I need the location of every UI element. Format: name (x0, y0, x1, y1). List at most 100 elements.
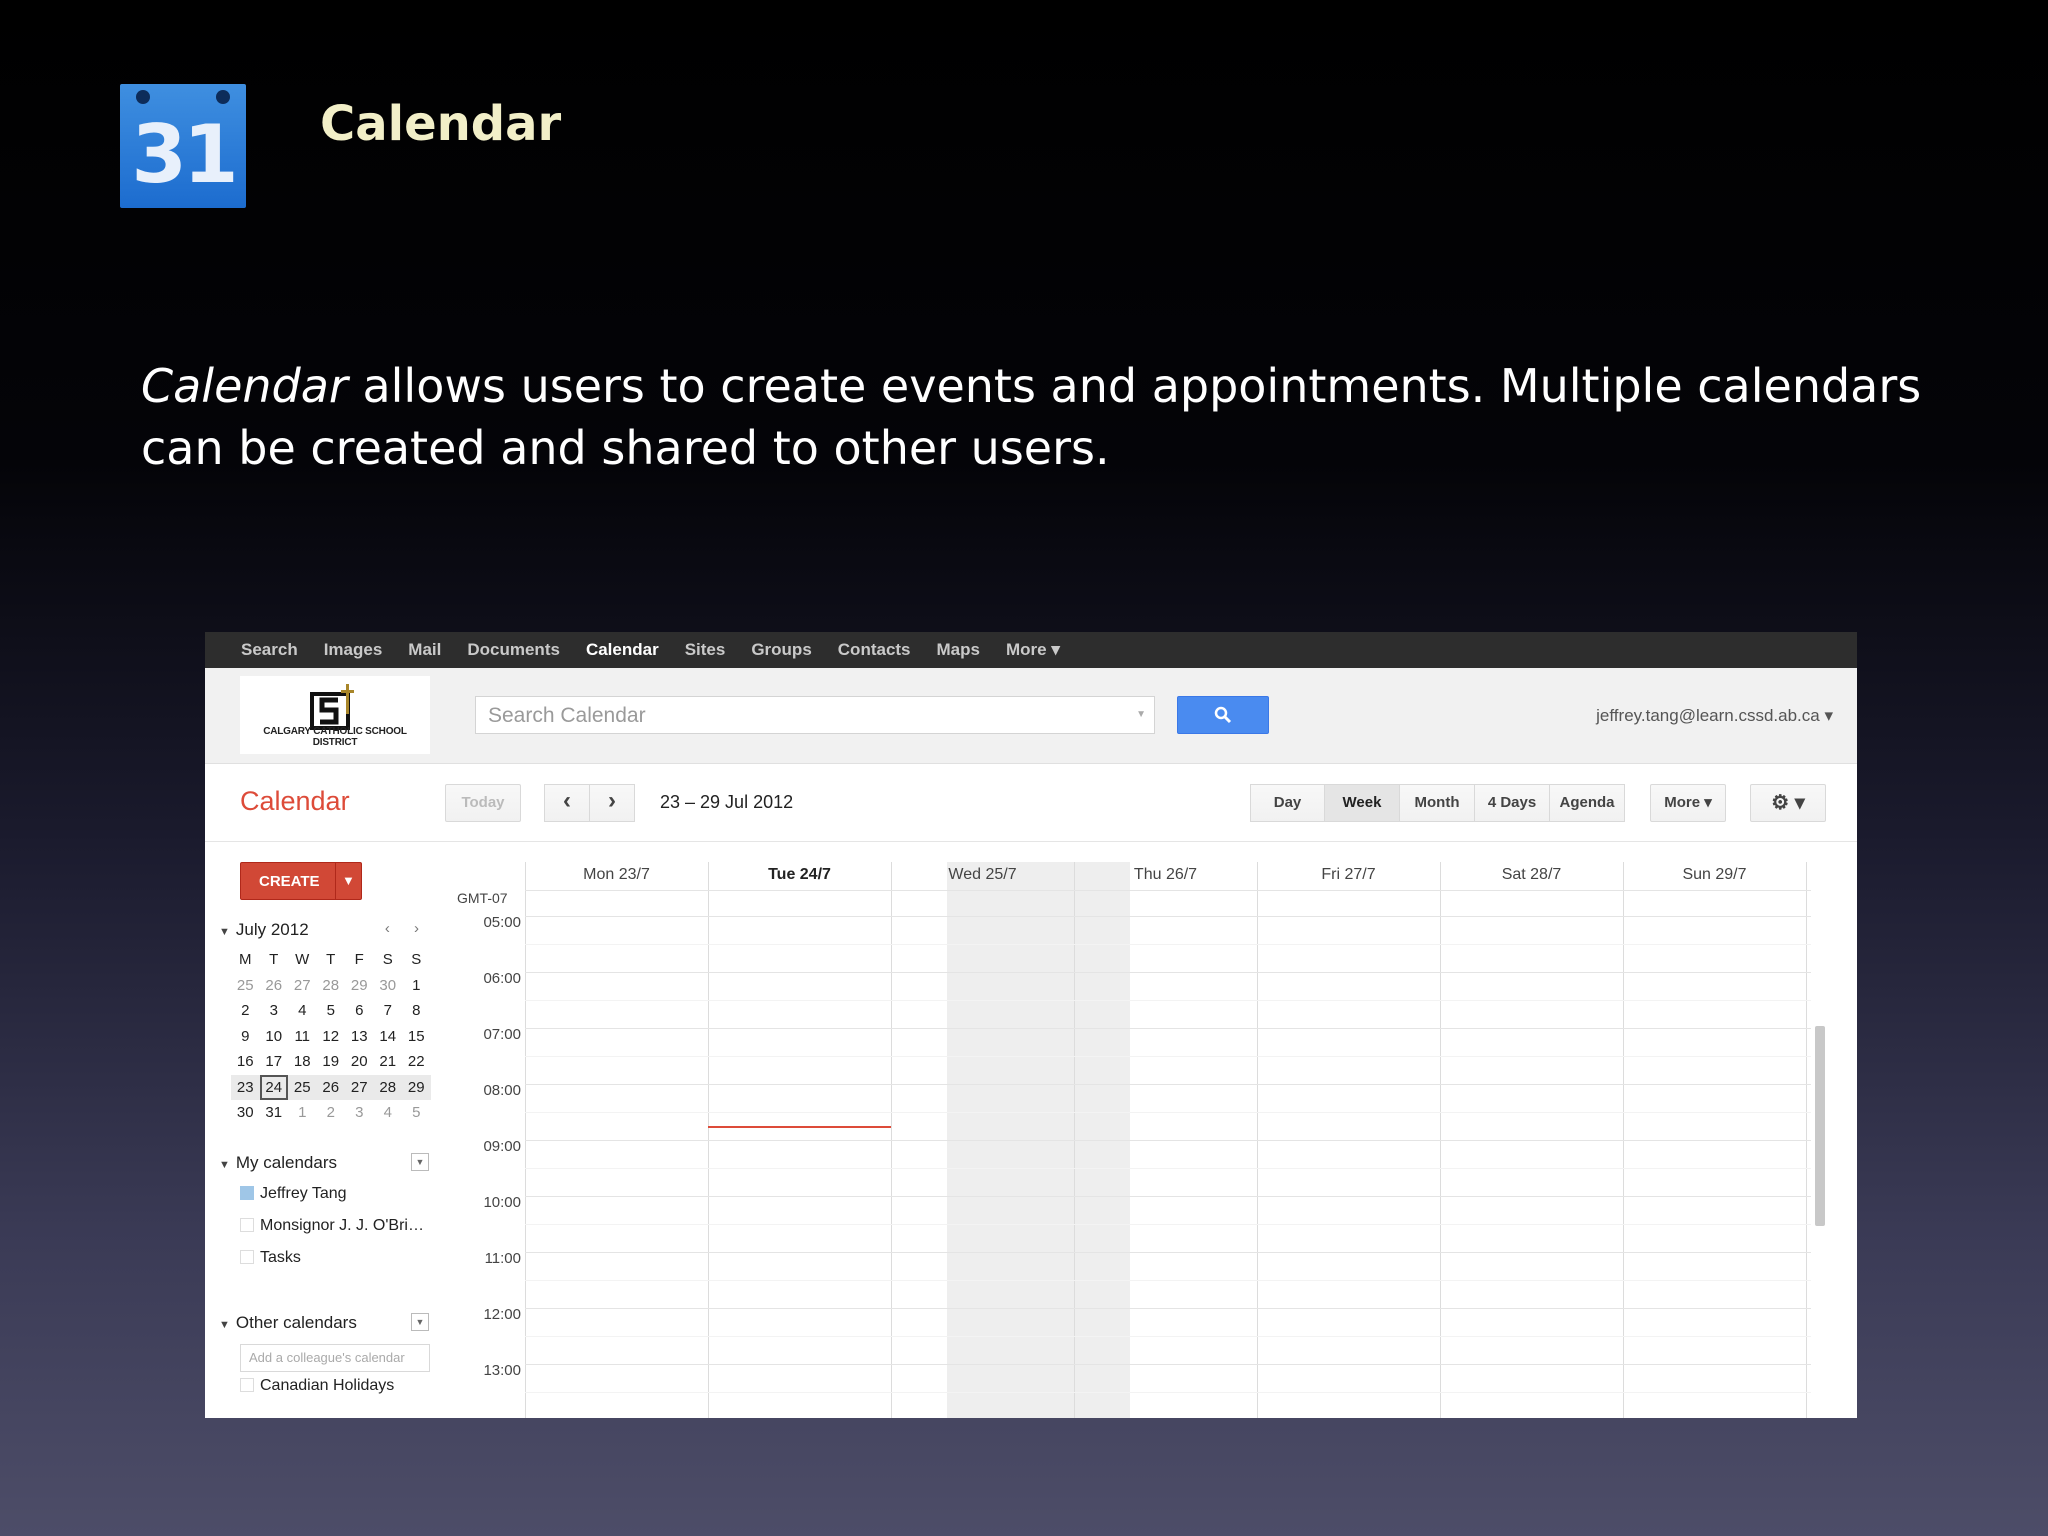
calendar-list-item[interactable]: Tasks (240, 1249, 301, 1267)
collapse-triangle-icon[interactable]: ▼ (219, 1319, 230, 1331)
calendar-color-checkbox[interactable] (240, 1218, 254, 1232)
mini-calendar-day[interactable]: 26 (316, 1074, 345, 1100)
mini-calendar-day[interactable]: 6 (345, 998, 374, 1024)
mini-calendar-day[interactable]: 30 (231, 1100, 260, 1126)
mini-calendar-day[interactable]: 1 (288, 1100, 317, 1126)
other-calendars-menu-icon[interactable]: ▼ (411, 1313, 429, 1331)
mini-calendar-day[interactable]: 10 (260, 1024, 289, 1050)
mini-calendar-day[interactable]: 27 (345, 1074, 374, 1100)
mini-calendar-day[interactable]: 16 (231, 1049, 260, 1075)
day-column-header[interactable]: Sat 28/7 (1440, 866, 1623, 884)
mini-calendar-day[interactable]: 7 (374, 998, 403, 1024)
mini-calendar-day[interactable]: 18 (288, 1049, 317, 1075)
calendar-list-item[interactable]: Canadian Holidays (240, 1377, 394, 1395)
mini-calendar-day[interactable]: 17 (260, 1049, 289, 1075)
my-calendars-menu-icon[interactable]: ▼ (411, 1153, 429, 1171)
mini-calendar-day[interactable]: 22 (402, 1049, 431, 1075)
mini-calendar-day[interactable]: 5 (402, 1100, 431, 1126)
day-column-header[interactable]: Fri 27/7 (1257, 866, 1440, 884)
gbar-item-calendar[interactable]: Calendar (586, 640, 659, 660)
calendar-toolbar: Calendar Today ‹ › 23 – 29 Jul 2012 Day … (205, 764, 1857, 842)
my-calendars-header[interactable]: ▼ My calendars ▼ (219, 1153, 429, 1173)
create-event-button[interactable]: CREATE ▼ (240, 862, 362, 900)
mini-calendar-day[interactable]: 23 (231, 1074, 260, 1100)
mini-calendar-day[interactable]: 2 (317, 1100, 346, 1126)
today-button[interactable]: Today (445, 784, 521, 822)
day-column-header[interactable]: Mon 23/7 (525, 866, 708, 884)
mini-calendar-day[interactable]: 26 (260, 973, 289, 999)
mini-calendar-day[interactable]: 3 (260, 998, 289, 1024)
day-column-header[interactable]: Tue 24/7 (708, 866, 891, 884)
mini-calendar-day[interactable]: 19 (317, 1049, 346, 1075)
mini-calendar-day[interactable]: 9 (231, 1024, 260, 1050)
mini-calendar-day[interactable]: 8 (402, 998, 431, 1024)
other-calendars-header[interactable]: ▼ Other calendars ▼ (219, 1313, 429, 1333)
gbar-item-search[interactable]: Search (241, 640, 298, 660)
mini-calendar-day[interactable]: 14 (374, 1024, 403, 1050)
view-day-button[interactable]: Day (1250, 784, 1325, 822)
mini-calendar-day[interactable]: 29 (402, 1074, 431, 1100)
day-column-header[interactable]: Sun 29/7 (1623, 866, 1806, 884)
mini-calendar-day[interactable]: 27 (288, 973, 317, 999)
collapse-triangle-icon[interactable]: ▼ (219, 1159, 230, 1171)
mini-calendar-day[interactable]: 29 (345, 973, 374, 999)
mini-calendar-day[interactable]: 3 (345, 1100, 374, 1126)
week-grid: GMT-07 Mon 23/7 Tue 24/7 Wed 25/7 Thu 26/7 F… (445, 842, 1857, 1418)
hour-gridline (525, 1308, 1811, 1309)
mini-calendar-day[interactable]: 31 (260, 1100, 289, 1126)
calendar-color-checkbox[interactable] (240, 1186, 254, 1200)
mini-calendar-day[interactable]: 20 (345, 1049, 374, 1075)
more-menu-button[interactable]: More ▾ (1650, 784, 1726, 822)
gbar-item-contacts[interactable]: Contacts (838, 640, 911, 660)
gbar-item-mail[interactable]: Mail (408, 640, 441, 660)
time-label: 09:00 (483, 1138, 521, 1155)
add-colleague-calendar-input[interactable]: Add a colleague's calendar (240, 1344, 430, 1372)
mini-calendar-day[interactable]: 5 (317, 998, 346, 1024)
mini-calendar-day[interactable]: 28 (373, 1074, 402, 1100)
search-options-chevron-icon[interactable]: ▼ (1136, 709, 1146, 720)
mini-calendar-day[interactable]: 11 (288, 1024, 317, 1050)
day-column-header[interactable]: Wed 25/7 (891, 866, 1074, 884)
mini-calendar-day[interactable]: 25 (231, 973, 260, 999)
mini-calendar-month[interactable]: July 2012 (236, 920, 309, 939)
gbar-item-groups[interactable]: Groups (751, 640, 811, 660)
mini-calendar-day[interactable]: 28 (317, 973, 346, 999)
settings-gear-icon[interactable]: ⚙ ▾ (1750, 784, 1826, 822)
grid-scrollbar[interactable] (1815, 1026, 1825, 1226)
gbar-item-more[interactable]: More ▾ (1006, 640, 1060, 660)
mini-calendar-day[interactable]: 4 (288, 998, 317, 1024)
school-logo[interactable]: CALGARY CATHOLIC SCHOOL DISTRICT (240, 676, 430, 754)
search-calendar-input[interactable]: Search Calendar ▼ (475, 696, 1155, 734)
mini-calendar-day[interactable]: 24 (259, 1074, 288, 1100)
collapse-triangle-icon[interactable]: ▼ (219, 926, 230, 938)
view-agenda-button[interactable]: Agenda (1549, 784, 1625, 822)
calendar-list-item[interactable]: Jeffrey Tang (240, 1185, 347, 1203)
mini-calendar-day[interactable]: 15 (402, 1024, 431, 1050)
mini-calendar-day[interactable]: 30 (374, 973, 403, 999)
quick-add-dropdown-icon[interactable]: ▼ (342, 873, 355, 888)
view-4days-button[interactable]: 4 Days (1474, 784, 1550, 822)
search-button[interactable] (1177, 696, 1269, 734)
account-menu[interactable]: jeffrey.tang@learn.cssd.ab.ca ▾ (1596, 706, 1833, 726)
gbar-item-images[interactable]: Images (324, 640, 383, 660)
calendar-list-item[interactable]: Monsignor J. J. O'Bri… (240, 1217, 424, 1235)
mini-calendar-day[interactable]: 4 (374, 1100, 403, 1126)
mini-calendar-day[interactable]: 21 (374, 1049, 403, 1075)
create-label: CREATE (259, 873, 320, 890)
mini-calendar-day[interactable]: 25 (288, 1074, 317, 1100)
calendar-color-checkbox[interactable] (240, 1250, 254, 1264)
mini-calendar-day[interactable]: 13 (345, 1024, 374, 1050)
mini-calendar-nav[interactable]: ‹ › (385, 920, 429, 937)
calendar-color-checkbox[interactable] (240, 1378, 254, 1392)
gbar-item-maps[interactable]: Maps (937, 640, 980, 660)
day-column-header[interactable]: Thu 26/7 (1074, 866, 1257, 884)
view-week-button[interactable]: Week (1324, 784, 1400, 822)
view-month-button[interactable]: Month (1399, 784, 1475, 822)
next-week-button[interactable]: › (589, 784, 635, 822)
mini-calendar-day[interactable]: 12 (317, 1024, 346, 1050)
gbar-item-sites[interactable]: Sites (685, 640, 726, 660)
prev-week-button[interactable]: ‹ (544, 784, 590, 822)
gbar-item-documents[interactable]: Documents (467, 640, 560, 660)
mini-calendar-day[interactable]: 2 (231, 998, 260, 1024)
mini-calendar-day[interactable]: 1 (402, 973, 431, 999)
